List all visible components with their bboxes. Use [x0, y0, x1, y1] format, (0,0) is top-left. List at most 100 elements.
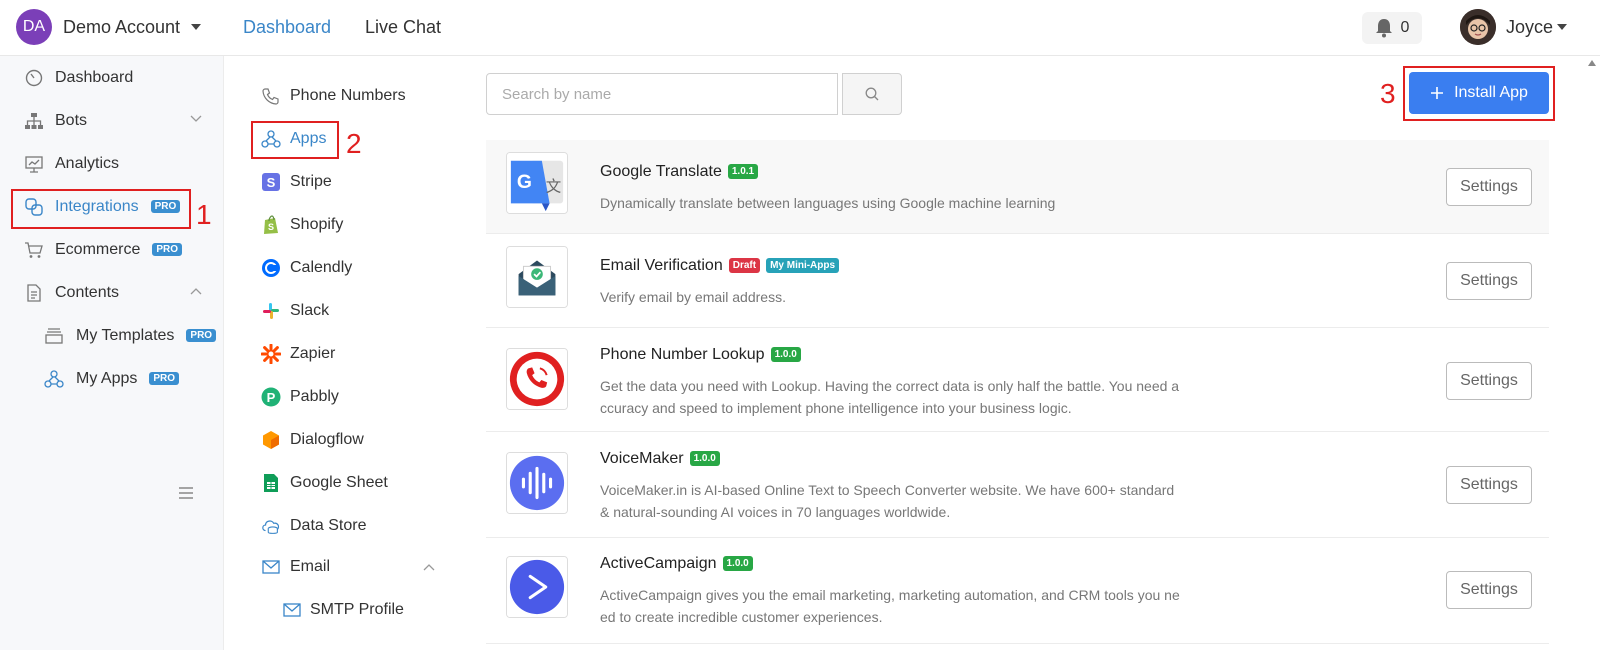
bell-icon	[1375, 19, 1392, 38]
scroll-up-arrow[interactable]	[1588, 60, 1596, 66]
app-name[interactable]: VoiceMaker	[600, 450, 684, 467]
version-badge: 1.0.0	[689, 451, 720, 466]
phone-icon	[261, 86, 281, 106]
app-row: Phone Number Lookup 1.0.0 Get the data yo…	[486, 328, 1549, 432]
settings-button[interactable]: Settings	[1446, 466, 1532, 504]
menu-item-shopify[interactable]: S Shopify	[225, 207, 461, 243]
menu-item-label: Pabbly	[290, 388, 339, 405]
install-app-button[interactable]: Install App	[1409, 72, 1549, 114]
menu-item-label: Google Sheet	[290, 474, 388, 491]
sidebar-item-label: Ecommerce	[55, 241, 141, 258]
menu-item-label: Slack	[290, 302, 330, 319]
email-verification-icon	[506, 246, 568, 308]
menu-item-slack[interactable]: Slack	[225, 293, 461, 329]
pro-badge: PRO	[152, 243, 183, 256]
app-description: Dynamically translate between languages …	[600, 195, 1056, 211]
menu-item-calendly[interactable]: Calendly	[225, 250, 461, 286]
zapier-icon	[261, 344, 281, 364]
highlight-box-integrations	[11, 189, 191, 229]
search-button[interactable]	[842, 73, 902, 115]
menu-item-stripe[interactable]: S Stripe	[225, 164, 461, 200]
plus-icon	[1431, 87, 1444, 99]
menu-item-data-store[interactable]: Data Store	[225, 508, 461, 544]
app-name[interactable]: Email Verification	[600, 257, 723, 274]
chevron-down-icon[interactable]	[191, 24, 201, 30]
app-row: ActiveCampaign 1.0.0 ActiveCampaign gives…	[486, 538, 1549, 644]
dialogflow-icon	[261, 430, 281, 450]
user-avatar[interactable]	[1460, 9, 1496, 45]
menu-item-label: Shopify	[290, 216, 344, 233]
settings-button[interactable]: Settings	[1446, 168, 1532, 206]
envelope-icon	[282, 600, 302, 620]
highlight-box-apps	[251, 121, 339, 159]
sidebar-item-dashboard[interactable]: Dashboard	[0, 58, 224, 98]
menu-item-label: Calendly	[290, 259, 353, 276]
templates-icon	[44, 326, 64, 346]
notifications-button[interactable]: 0	[1362, 12, 1422, 44]
chevron-up-icon[interactable]	[423, 563, 435, 571]
menu-item-label: Data Store	[290, 517, 367, 534]
document-icon	[24, 283, 44, 303]
menu-item-label: Zapier	[290, 345, 336, 362]
chevron-down-icon[interactable]	[190, 115, 202, 123]
menu-item-pabbly[interactable]: P Pabbly	[225, 379, 461, 415]
menu-item-zapier[interactable]: Zapier	[225, 336, 461, 372]
nav-dashboard[interactable]: Dashboard	[243, 17, 331, 38]
sidebar-item-ecommerce[interactable]: Ecommerce PRO	[0, 230, 224, 270]
calendly-icon	[261, 258, 281, 278]
google-sheet-icon	[261, 473, 281, 493]
menu-item-smtp-profile[interactable]: SMTP Profile	[225, 592, 461, 628]
draft-badge: Draft	[728, 258, 761, 273]
sidebar-item-label: Dashboard	[55, 69, 134, 86]
speedometer-icon	[24, 68, 44, 88]
sitemap-icon	[24, 111, 44, 131]
sidebar-item-label: My Templates	[76, 327, 175, 344]
voicemaker-icon	[506, 452, 568, 514]
sidebar-item-my-apps[interactable]: My Apps PRO	[0, 359, 224, 399]
nav-live-chat[interactable]: Live Chat	[365, 17, 441, 38]
sidebar-item-bots[interactable]: Bots	[0, 101, 224, 141]
svg-text:S: S	[267, 175, 276, 190]
chevron-down-icon[interactable]	[1557, 24, 1567, 30]
version-badge: 1.0.0	[770, 347, 801, 362]
menu-item-dialogflow[interactable]: Dialogflow	[225, 422, 461, 458]
cart-icon	[24, 240, 44, 260]
slack-icon	[261, 301, 281, 321]
menu-item-label: Stripe	[290, 173, 332, 190]
svg-text:G: G	[517, 171, 532, 193]
sidebar-item-my-templates[interactable]: My Templates PRO	[0, 316, 224, 356]
chevron-up-icon[interactable]	[190, 287, 202, 295]
annotation-number-3: 3	[1380, 78, 1396, 109]
search-icon	[865, 87, 879, 101]
cloud-database-icon	[261, 516, 281, 536]
mini-apps-badge: My Mini-Apps	[766, 258, 840, 273]
menu-item-phone-numbers[interactable]: Phone Numbers	[225, 78, 461, 114]
activecampaign-icon	[506, 556, 568, 618]
top-bar: DA Demo Account Dashboard Live Chat 0 Jo…	[0, 0, 1600, 56]
settings-button[interactable]: Settings	[1446, 362, 1532, 400]
search-input[interactable]	[486, 73, 838, 115]
menu-collapse-icon[interactable]	[178, 486, 194, 500]
account-avatar[interactable]: DA	[16, 9, 52, 45]
app-description: Get the data you need with Lookup. Havin…	[600, 378, 1180, 416]
menu-item-google-sheet[interactable]: Google Sheet	[225, 465, 461, 501]
app-row: VoiceMaker 1.0.0 VoiceMaker.in is AI-base…	[486, 432, 1549, 538]
app-description: ActiveCampaign gives you the email marke…	[600, 587, 1180, 625]
sidebar-item-analytics[interactable]: Analytics	[0, 144, 224, 184]
app-name[interactable]: Google Translate	[600, 163, 722, 180]
app-name[interactable]: Phone Number Lookup	[600, 346, 765, 363]
settings-button[interactable]: Settings	[1446, 571, 1532, 609]
menu-item-email[interactable]: Email	[225, 549, 461, 585]
sidebar-item-contents[interactable]: Contents	[0, 273, 224, 313]
svg-text:P: P	[267, 390, 276, 405]
account-name[interactable]: Demo Account	[63, 17, 180, 38]
settings-button[interactable]: Settings	[1446, 262, 1532, 300]
sidebar-item-label: My Apps	[76, 370, 138, 387]
stripe-icon: S	[261, 172, 281, 192]
svg-text:S: S	[268, 222, 274, 232]
webhook-icon	[44, 369, 64, 389]
app-name[interactable]: ActiveCampaign	[600, 555, 717, 572]
pro-badge: PRO	[149, 372, 180, 385]
app-row: Email Verification Draft My Mini-Apps Veri…	[486, 234, 1549, 328]
user-name[interactable]: Joyce	[1506, 17, 1553, 38]
